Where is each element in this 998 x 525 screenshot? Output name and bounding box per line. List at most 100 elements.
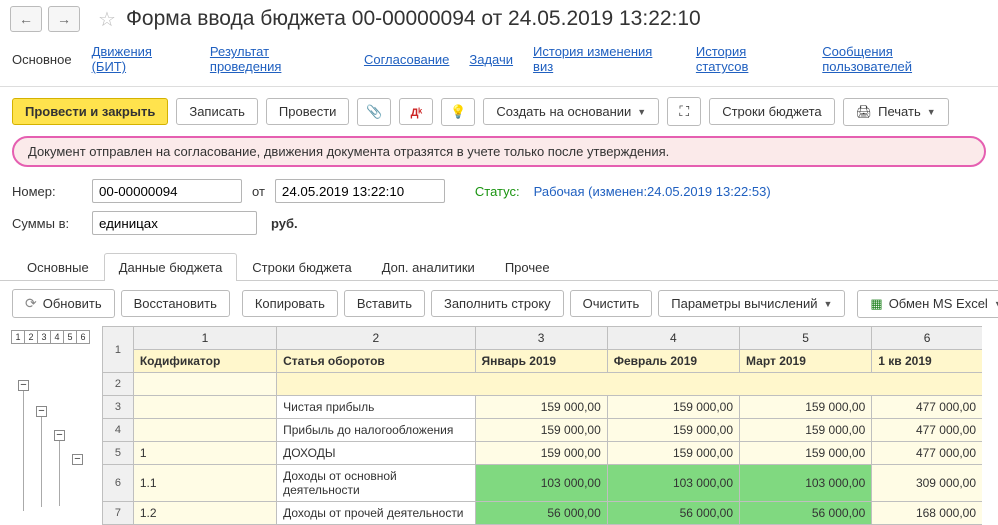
nav-back-button[interactable]: ← [10,6,42,32]
cell-value[interactable]: 159 000,00 [607,442,739,465]
section-link-visa-history[interactable]: История изменения виз [533,44,676,74]
section-link-result[interactable]: Результат проведения [210,44,344,74]
fullscreen-button[interactable] [667,97,701,126]
col-num: 1 [133,327,276,350]
post-close-button[interactable]: Провести и закрыть [12,98,168,125]
cell-value[interactable]: 159 000,00 [607,396,739,419]
cell-value[interactable]: 56 000,00 [740,502,872,525]
cell-value[interactable]: 103 000,00 [607,465,739,502]
cell-value[interactable]: 56 000,00 [475,502,607,525]
cell-value[interactable]: 159 000,00 [740,419,872,442]
outline-collapse-icon[interactable]: − [18,380,29,391]
col-num: 6 [872,327,982,350]
cell-value[interactable]: 103 000,00 [740,465,872,502]
header-m3: Март 2019 [740,350,872,373]
col-num: 5 [740,327,872,350]
currency-label: руб. [271,216,298,231]
clear-button[interactable]: Очистить [570,290,653,317]
sums-unit-field[interactable] [92,211,257,235]
outline-collapse-icon[interactable]: − [54,430,65,441]
tab-2[interactable]: Строки бюджета [237,253,366,281]
chevron-down-icon: ▼ [994,299,998,309]
calc-params-button[interactable]: Параметры вычислений▼ [658,290,845,317]
row-num: 3 [103,396,134,419]
tab-3[interactable]: Доп. аналитики [367,253,490,281]
restore-button[interactable]: Восстановить [121,290,230,317]
section-link-messages[interactable]: Сообщения пользователей [822,44,986,74]
cell-code[interactable] [133,396,276,419]
approval-status-banner: Документ отправлен на согласование, движ… [12,136,986,167]
print-button[interactable]: Печать▼ [843,98,949,126]
cell-article[interactable]: Доходы от прочей деятельности [277,502,475,525]
outline-level-4[interactable]: 4 [50,330,64,344]
outline-tree[interactable]: − − − − [12,350,102,510]
col-num: 3 [475,327,607,350]
section-link-tasks[interactable]: Задачи [469,52,513,67]
outline-level-2[interactable]: 2 [24,330,38,344]
attachments-button[interactable] [357,98,391,126]
row-num: 7 [103,502,134,525]
excel-button[interactable]: Обмен MS Excel▼ [857,290,998,318]
printer-icon [856,104,873,120]
section-link-status-history[interactable]: История статусов [696,44,802,74]
cell-value[interactable]: 103 000,00 [475,465,607,502]
refresh-icon [25,295,37,312]
header-q1: 1 кв 2019 [872,350,982,373]
cell-value[interactable]: 309 000,00 [872,465,982,502]
outline-level-3[interactable]: 3 [37,330,51,344]
cell-code[interactable]: 1.1 [133,465,276,502]
tab-1[interactable]: Данные бюджета [104,253,238,281]
cell-value[interactable]: 159 000,00 [607,419,739,442]
fill-row-button[interactable]: Заполнить строку [431,290,564,317]
outline-level-6[interactable]: 6 [76,330,90,344]
budget-grid[interactable]: 1123456КодификаторСтатья оборотовЯнварь … [102,326,982,525]
cell-value[interactable]: 159 000,00 [475,442,607,465]
outline-collapse-icon[interactable]: − [36,406,47,417]
cell-value[interactable]: 159 000,00 [475,396,607,419]
cell-article[interactable]: Прибыль до налогообложения [277,419,475,442]
dtkt-icon [411,104,423,119]
cell-code[interactable]: 1.2 [133,502,276,525]
section-link-current[interactable]: Основное [12,52,72,67]
cell-value[interactable]: 159 000,00 [740,442,872,465]
header-m1: Январь 2019 [475,350,607,373]
cell-article[interactable]: Чистая прибыль [277,396,475,419]
cell-value[interactable]: 477 000,00 [872,419,982,442]
refresh-button[interactable]: Обновить [12,289,115,318]
number-field[interactable] [92,179,242,203]
save-button[interactable]: Записать [176,98,258,125]
create-based-button[interactable]: Создать на основании▼ [483,98,659,125]
cell-code[interactable] [133,419,276,442]
cell-value[interactable]: 159 000,00 [475,419,607,442]
cell-value[interactable]: 159 000,00 [740,396,872,419]
cell-value[interactable]: 477 000,00 [872,396,982,419]
cell-article[interactable]: Доходы от основной деятельности [277,465,475,502]
outline-level-1[interactable]: 1 [11,330,25,344]
number-label: Номер: [12,184,82,199]
section-link-movements[interactable]: Движения (БИТ) [92,44,190,74]
dtkt-button[interactable] [399,98,433,125]
date-field[interactable] [275,179,445,203]
favorite-star-icon[interactable]: ☆ [98,7,116,32]
paste-button[interactable]: Вставить [344,290,425,317]
header-m2: Февраль 2019 [607,350,739,373]
cell-value[interactable]: 477 000,00 [872,442,982,465]
copy-button[interactable]: Копировать [242,290,338,317]
tab-0[interactable]: Основные [12,253,104,281]
chevron-down-icon: ▼ [927,107,936,117]
post-button[interactable]: Провести [266,98,350,125]
excel-icon [870,296,882,312]
cell-value[interactable]: 168 000,00 [872,502,982,525]
budget-rows-button[interactable]: Строки бюджета [709,98,834,125]
cell-code[interactable]: 1 [133,442,276,465]
status-value: Рабочая (изменен:24.05.2019 13:22:53) [534,184,771,199]
hint-button[interactable] [441,98,475,126]
outline-level-5[interactable]: 5 [63,330,77,344]
outline-collapse-icon[interactable]: − [72,454,83,465]
chevron-down-icon: ▼ [823,299,832,309]
cell-article[interactable]: ДОХОДЫ [277,442,475,465]
nav-forward-button[interactable]: → [48,6,80,32]
tab-4[interactable]: Прочее [490,253,565,281]
section-link-approval[interactable]: Согласование [364,52,449,67]
cell-value[interactable]: 56 000,00 [607,502,739,525]
